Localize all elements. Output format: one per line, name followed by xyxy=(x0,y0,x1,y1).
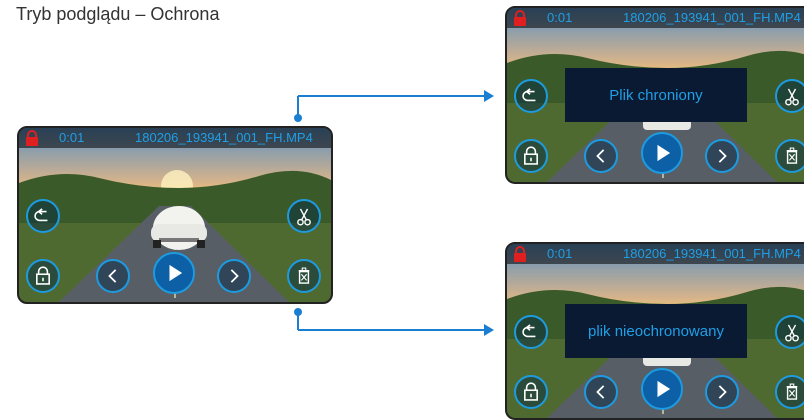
chevron-right-icon xyxy=(230,269,239,283)
next-button[interactable] xyxy=(705,375,739,409)
play-icon xyxy=(657,380,671,398)
trash-icon xyxy=(298,267,310,284)
file-name: 180206_193941_001_FH.MP4 xyxy=(135,130,313,145)
connector-top xyxy=(294,90,494,122)
preview-screen-main: 0:01 180206_193941_001_FH.MP4 xyxy=(17,126,333,304)
cut-button[interactable] xyxy=(775,315,804,349)
play-icon xyxy=(169,264,183,282)
chevron-left-icon xyxy=(108,269,117,283)
back-icon xyxy=(522,324,536,338)
play-icon xyxy=(657,144,671,162)
chevron-left-icon xyxy=(596,385,605,399)
back-icon xyxy=(34,208,48,222)
back-button[interactable] xyxy=(514,79,548,113)
padlock-icon xyxy=(524,382,538,401)
back-button[interactable] xyxy=(26,199,60,233)
status-message: Plik chroniony xyxy=(565,68,747,122)
delete-button[interactable] xyxy=(775,375,804,409)
padlock-icon xyxy=(36,266,50,285)
back-icon xyxy=(522,88,536,102)
lock-icon xyxy=(26,130,38,146)
previous-button[interactable] xyxy=(96,259,130,293)
trash-icon xyxy=(786,147,798,164)
chevron-right-icon xyxy=(718,149,727,163)
playback-time: 0:01 xyxy=(547,10,573,25)
next-button[interactable] xyxy=(705,139,739,173)
preview-screen-unprotected: 0:01 180206_193941_001_FH.MP4 plik nieoc… xyxy=(505,242,804,420)
play-button[interactable] xyxy=(641,132,683,174)
status-message: plik nieochronowany xyxy=(565,304,747,358)
file-name: 180206_193941_001_FH.MP4 xyxy=(623,246,801,261)
scissors-icon xyxy=(785,88,799,106)
trash-icon xyxy=(786,383,798,400)
protect-button[interactable] xyxy=(26,259,60,293)
status-bar: 0:01 180206_193941_001_FH.MP4 xyxy=(507,8,804,28)
lock-icon xyxy=(514,246,526,262)
chevron-right-icon xyxy=(718,385,727,399)
connector-bottom xyxy=(294,308,494,336)
play-button[interactable] xyxy=(153,252,195,294)
cut-button[interactable] xyxy=(775,79,804,113)
playback-time: 0:01 xyxy=(547,246,573,261)
scissors-icon xyxy=(297,208,311,226)
status-bar: 0:01 180206_193941_001_FH.MP4 xyxy=(19,128,331,148)
previous-button[interactable] xyxy=(584,139,618,173)
cut-button[interactable] xyxy=(287,199,321,233)
protect-button[interactable] xyxy=(514,139,548,173)
chevron-left-icon xyxy=(596,149,605,163)
play-button[interactable] xyxy=(641,368,683,410)
back-button[interactable] xyxy=(514,315,548,349)
protect-button[interactable] xyxy=(514,375,548,409)
delete-button[interactable] xyxy=(775,139,804,173)
next-button[interactable] xyxy=(217,259,251,293)
status-bar: 0:01 180206_193941_001_FH.MP4 xyxy=(507,244,804,264)
lock-icon xyxy=(514,10,526,26)
delete-button[interactable] xyxy=(287,259,321,293)
file-name: 180206_193941_001_FH.MP4 xyxy=(623,10,801,25)
padlock-icon xyxy=(524,146,538,165)
scissors-icon xyxy=(785,324,799,342)
preview-screen-protected: 0:01 180206_193941_001_FH.MP4 Plik chron… xyxy=(505,6,804,184)
playback-time: 0:01 xyxy=(59,130,85,145)
previous-button[interactable] xyxy=(584,375,618,409)
